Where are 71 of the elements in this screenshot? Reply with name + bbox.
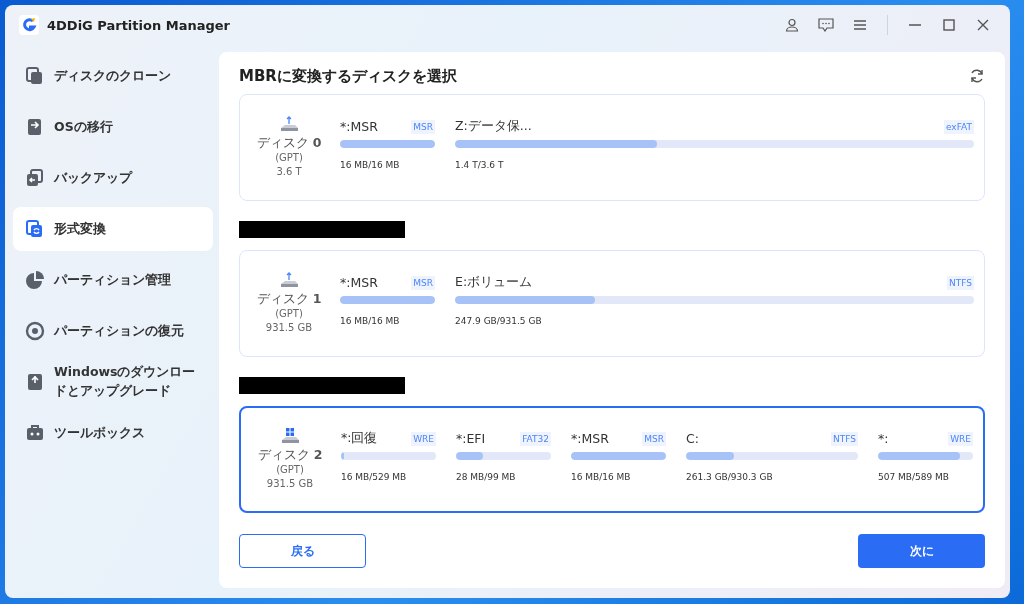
sidebar-label: Windowsのダウンロードとアップグレード [54,363,197,400]
refresh-icon[interactable] [969,68,985,84]
panel-title: MBRに変換するディスクを選択 [239,66,457,86]
sidebar-item[interactable]: ディスクのクローン [13,54,213,98]
convert-icon [25,219,45,239]
sidebar-item[interactable]: ツールボックス [13,411,213,455]
usb-drive-icon [278,271,300,290]
partition-style: (GPT) [275,151,303,166]
partition-name: *:MSR [340,275,378,290]
filesystem-tag: exFAT [944,119,974,134]
system-drive-icon [279,427,301,446]
disk-card[interactable]: ディスク 2 (GPT) 931.5 GB *:回復 WRE 16 MB/529 MB *:EFI FAT32 28 MB/99 MB *:MSR MSR 16 MB/16 MB C: NTFS 261.3 GB/930.3 GB *: WRE 507 MB/589 MB [239,406,985,513]
usb-drive-icon [278,115,300,134]
partition-name: C: [686,431,699,446]
partition-name: *:回復 [341,430,378,447]
filesystem-tag: FAT32 [520,431,551,446]
partition-name: E:ボリューム [455,274,533,291]
sidebar-item[interactable]: パーティション管理 [13,258,213,302]
disk-name: ディスク 1 [256,289,322,308]
partition-name: *:MSR [340,119,378,134]
app-logo-icon [19,15,39,35]
disk-name: ディスク 2 [257,445,323,464]
partition-style: (GPT) [276,463,304,478]
disk-size: 931.5 GB [265,321,313,336]
sidebar-label: バックアップ [54,168,132,187]
disk-card[interactable]: ディスク 1 (GPT) 931.5 GB *:MSR MSR 16 MB/16 MB E:ボリューム NTFS 247.9 GB/931.5 GB [239,250,985,357]
partition-name: *:MSR [571,431,609,446]
partition-name: Z:データ保... [455,118,532,135]
pie-chart-icon [25,270,45,290]
disk-card[interactable]: ディスク 0 (GPT) 3.6 T *:MSR MSR 16 MB/16 MB Z:データ保... exFAT 1.4 T/3.6 T [239,94,985,201]
filesystem-tag: NTFS [947,275,974,290]
partition-usage: 247.9 GB/931.5 GB [455,315,543,326]
clone-icon [25,66,45,86]
sidebar-label: パーティション管理 [54,270,171,289]
sidebar-label: ディスクのクローン [54,66,171,85]
partition-usage: 28 MB/99 MB [456,471,517,482]
filesystem-tag: MSR [411,275,435,290]
restore-icon [25,321,45,341]
partition-usage: 261.3 GB/930.3 GB [686,471,774,482]
sidebar-label: ツールボックス [54,423,145,442]
partition-style: (GPT) [275,307,303,322]
back-button[interactable]: 戻る [239,534,366,568]
partition-usage: 16 MB/529 MB [341,471,408,482]
sidebar-item[interactable]: パーティションの復元 [13,309,213,353]
sidebar-item[interactable]: Windowsのダウンロードとアップグレード [13,360,213,404]
partition-usage: 16 MB/16 MB [340,315,401,326]
partition-usage: 16 MB/16 MB [340,159,401,170]
sidebar-label: OSの移行 [54,117,113,136]
sidebar-label: パーティションの復元 [54,321,184,340]
filesystem-tag: WRE [948,431,973,446]
sidebar-label: 形式変換 [54,219,106,238]
disk-size: 931.5 GB [266,477,314,492]
partition-name: *:EFI [456,431,486,446]
next-button[interactable]: 次に [858,534,985,568]
partition-name: *: [878,431,889,446]
window-title: 4DDiG Partition Manager [47,17,231,33]
partition-usage: 1.4 T/3.6 T [455,159,505,170]
filesystem-tag: MSR [642,431,666,446]
partition-usage: 507 MB/589 MB [878,471,950,482]
filesystem-tag: NTFS [831,431,858,446]
filesystem-tag: MSR [411,119,435,134]
partition-usage: 16 MB/16 MB [571,471,632,482]
filesystem-tag: WRE [411,431,436,446]
sidebar-item[interactable]: OSの移行 [13,105,213,149]
sidebar-item[interactable]: バックアップ [13,156,213,200]
download-drive-icon [25,372,45,392]
disk-name: ディスク 0 [256,133,322,152]
toolbox-icon [25,423,45,443]
disk-size: 3.6 T [276,165,302,180]
backup-icon [25,168,45,188]
sidebar-item[interactable]: 形式変換 [13,207,213,251]
